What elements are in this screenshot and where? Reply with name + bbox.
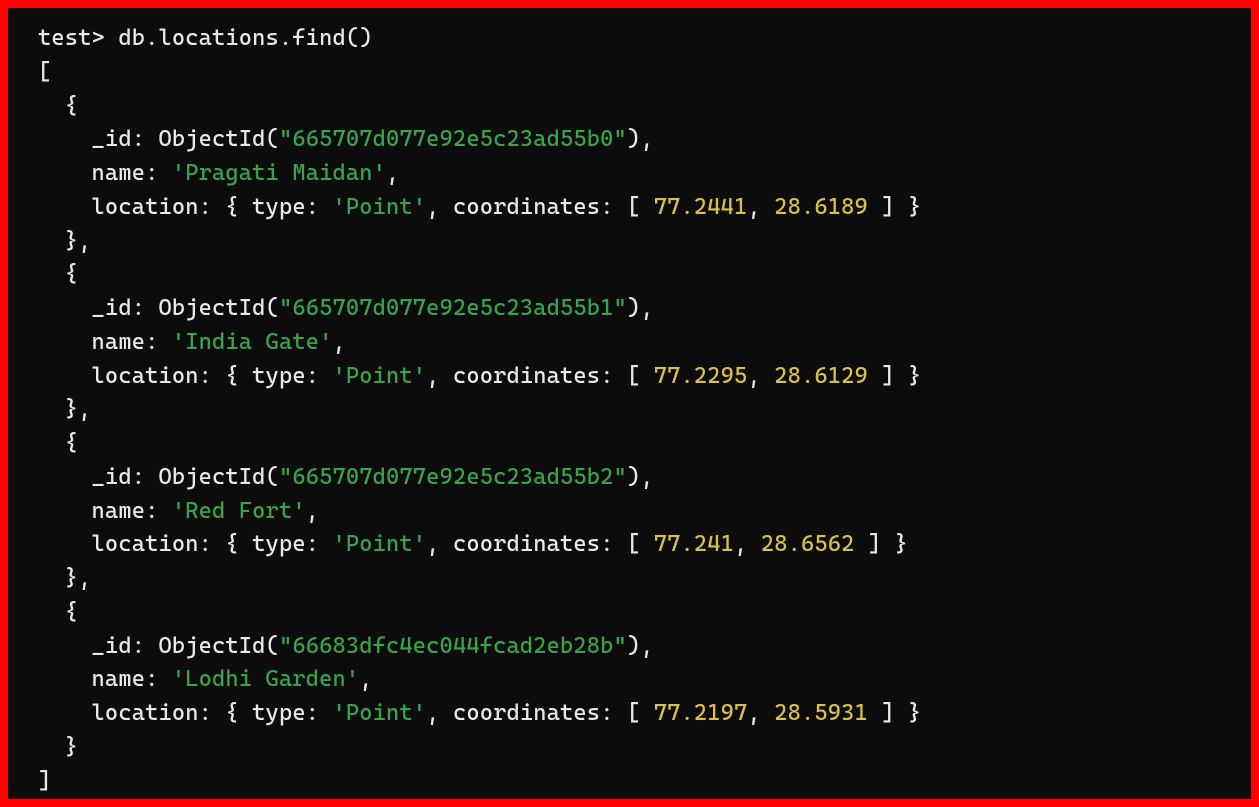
objectid-value: "66683dfc4ec044fcad2eb28b" — [279, 633, 627, 659]
result-doc: { _id: ObjectId("665707d077e92e5c23ad55b… — [38, 430, 908, 591]
lon-value: 77.241 — [654, 531, 734, 557]
lat-value: 28.6562 — [761, 531, 855, 557]
name-value: 'Pragati Maidan' — [172, 160, 386, 186]
open-bracket: [ — [38, 59, 51, 85]
terminal-output: test> db.locations.find() [ { _id: Objec… — [8, 8, 1251, 799]
name-value: 'India Gate' — [172, 329, 333, 355]
result-doc: { _id: ObjectId("665707d077e92e5c23ad55b… — [38, 261, 921, 422]
lat-value: 28.6189 — [774, 194, 868, 220]
lon-value: 77.2441 — [654, 194, 748, 220]
lon-value: 77.2197 — [654, 700, 748, 726]
objectid-value: "665707d077e92e5c23ad55b1" — [279, 295, 627, 321]
result-doc: { _id: ObjectId("665707d077e92e5c23ad55b… — [38, 93, 921, 254]
lon-value: 77.2295 — [654, 363, 748, 389]
lat-value: 28.5931 — [774, 700, 868, 726]
name-value: 'Lodhi Garden' — [172, 666, 359, 692]
lat-value: 28.6129 — [774, 363, 868, 389]
objectid-value: "665707d077e92e5c23ad55b0" — [279, 126, 627, 152]
name-value: 'Red Fort' — [172, 498, 306, 524]
close-bracket: ] — [38, 768, 51, 794]
result-doc: { _id: ObjectId("66683dfc4ec044fcad2eb28… — [38, 599, 921, 760]
shell-prompt: test> — [38, 25, 105, 51]
objectid-value: "665707d077e92e5c23ad55b2" — [279, 464, 627, 490]
command-text: db.locations.find() — [118, 25, 372, 51]
